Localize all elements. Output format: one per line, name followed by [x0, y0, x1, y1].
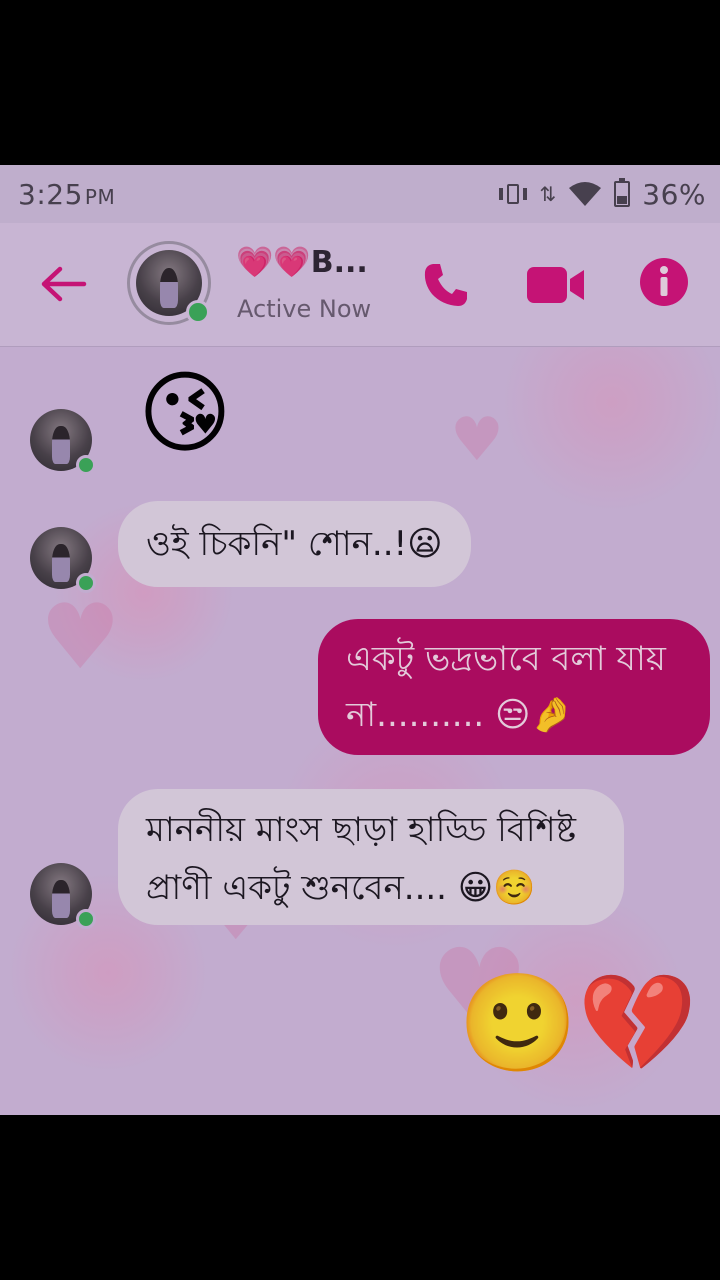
message-list: 😘 ওই চিকনি" শোন..!😦 একটু ভদ্রভাবে বলা যা… — [0, 347, 720, 1115]
battery-percentage: 36% — [642, 177, 706, 211]
sender-avatar[interactable] — [30, 409, 96, 475]
sender-avatar[interactable] — [30, 527, 96, 593]
outgoing-message-bubble[interactable]: একটু ভদ্রভাবে বলা যায় না.......... 😒🤌 — [318, 619, 710, 755]
messenger-screen: ♥ ♥ ♥ ♥ ♥ 3:25PM ⇅ 36% 💗💗B... Active Now — [0, 165, 720, 1115]
online-indicator — [76, 455, 96, 475]
message-text-line: প্রাণী একটু শুনবেন.... 😀☺️ — [146, 868, 536, 908]
message-text-line: না.......... 😒🤌 — [346, 695, 573, 735]
back-arrow-icon[interactable] — [38, 259, 88, 309]
emoji-message[interactable]: 🙂💔 — [458, 975, 697, 1071]
wifi-icon — [569, 182, 602, 206]
chat-header: 💗💗B... Active Now — [0, 223, 720, 347]
contact-avatar[interactable] — [127, 241, 211, 325]
message-text-line: মাননীয় মাংস ছাড়া হাড্ডি বিশিষ্ট — [146, 810, 577, 850]
online-indicator — [76, 909, 96, 929]
incoming-message-bubble[interactable]: ওই চিকনি" শোন..!😦 — [118, 501, 471, 587]
vibrate-icon — [498, 182, 528, 206]
message-text-line: একটু ভদ্রভাবে বলা যায় — [346, 639, 666, 679]
online-indicator — [186, 300, 210, 324]
status-icons: ⇅ 36% — [498, 178, 707, 211]
status-bar: 3:25 PM ⇅ 36% — [0, 165, 720, 223]
info-icon[interactable] — [638, 256, 690, 308]
phone-icon[interactable] — [420, 259, 472, 311]
active-status: Active Now — [237, 295, 372, 323]
incoming-message-bubble[interactable]: মাননীয় মাংস ছাড়া হাড্ডি বিশিষ্ট প্রাণী… — [118, 789, 624, 925]
data-transfer-icon: ⇅ — [539, 182, 557, 206]
sender-avatar[interactable] — [30, 863, 96, 929]
contact-name[interactable]: 💗💗B... — [236, 245, 368, 280]
online-indicator — [76, 573, 96, 593]
video-camera-icon[interactable] — [524, 261, 586, 309]
emoji-message[interactable]: 😘 — [138, 369, 232, 459]
battery-icon — [614, 178, 631, 207]
status-time: 3:25 PM — [18, 177, 116, 211]
